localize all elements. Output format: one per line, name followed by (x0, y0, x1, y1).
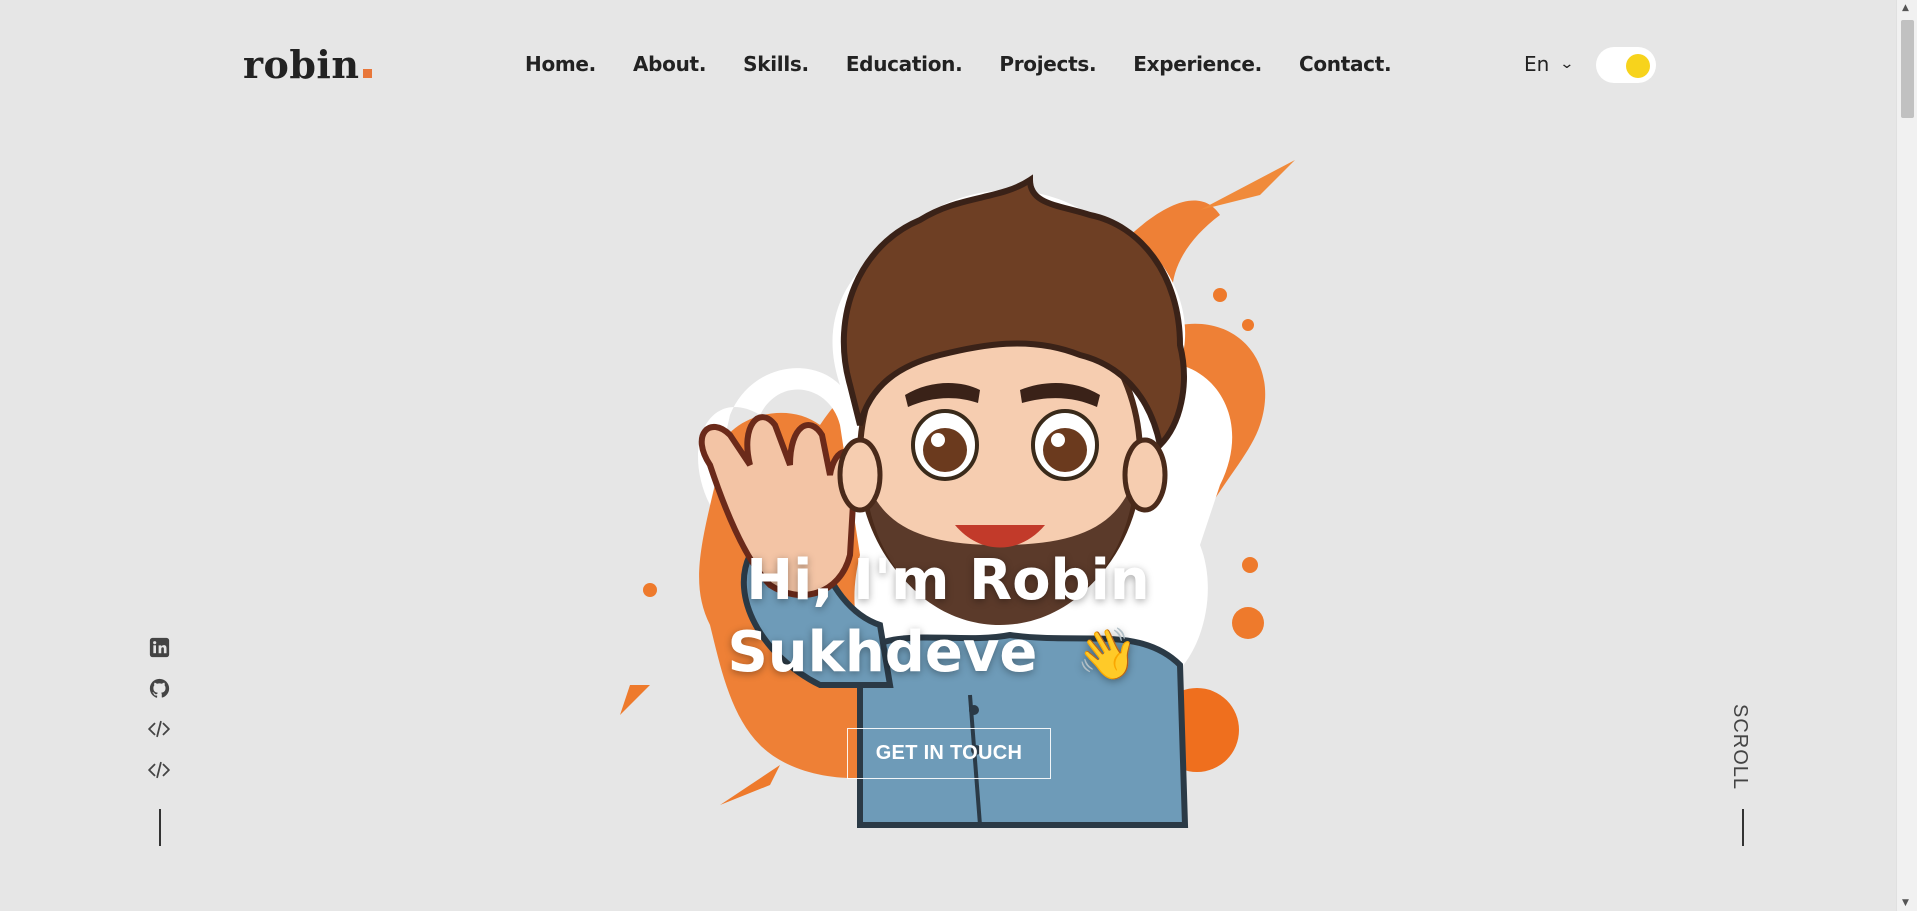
language-select[interactable]: En ⌄ (1524, 52, 1575, 76)
logo[interactable]: robin (243, 42, 372, 87)
scroll-indicator[interactable]: SCROLL (1728, 704, 1751, 790)
nav-contact[interactable]: Contact. (1299, 52, 1392, 76)
sun-icon (1626, 54, 1650, 78)
code-icon[interactable] (148, 718, 170, 740)
nav-home[interactable]: Home. (525, 52, 596, 76)
theme-toggle[interactable] (1596, 47, 1656, 83)
nav-about[interactable]: About. (633, 52, 706, 76)
github-icon[interactable] (148, 677, 170, 699)
main-nav: Home. About. Skills. Education. Projects… (525, 52, 1428, 76)
get-in-touch-button[interactable]: GET IN TOUCH (847, 728, 1051, 779)
chevron-down-icon: ⌄ (1559, 56, 1575, 72)
social-links (148, 636, 170, 781)
nav-education[interactable]: Education. (846, 52, 963, 76)
linkedin-icon[interactable] (148, 636, 170, 658)
language-value: En (1524, 52, 1550, 76)
site-header: robin Home. About. Skills. Education. Pr… (0, 0, 1896, 130)
hero-name: Sukhdeve (727, 620, 1038, 685)
scroll-down-icon[interactable]: ▼ (1902, 898, 1909, 908)
wave-icon: 👋 (1076, 625, 1139, 683)
hero-line-2: Sukhdeve 👋 (0, 617, 1896, 690)
page-scrollbar[interactable]: ▲ ▼ (1896, 0, 1917, 911)
hero-line-1: Hi, I'm Robin (746, 548, 1150, 613)
scroll-up-icon[interactable]: ▲ (1902, 3, 1909, 13)
scrollbar-thumb[interactable] (1901, 20, 1914, 118)
scroll-divider-line (1742, 809, 1744, 846)
nav-skills[interactable]: Skills. (743, 52, 809, 76)
logo-text: robin (243, 42, 360, 87)
nav-experience[interactable]: Experience. (1133, 52, 1262, 76)
code-icon[interactable] (148, 759, 170, 781)
nav-projects[interactable]: Projects. (999, 52, 1096, 76)
social-divider-line (159, 809, 161, 846)
logo-dot (362, 69, 372, 78)
hero-heading: Hi, I'm Robin Sukhdeve 👋 (0, 545, 1896, 690)
